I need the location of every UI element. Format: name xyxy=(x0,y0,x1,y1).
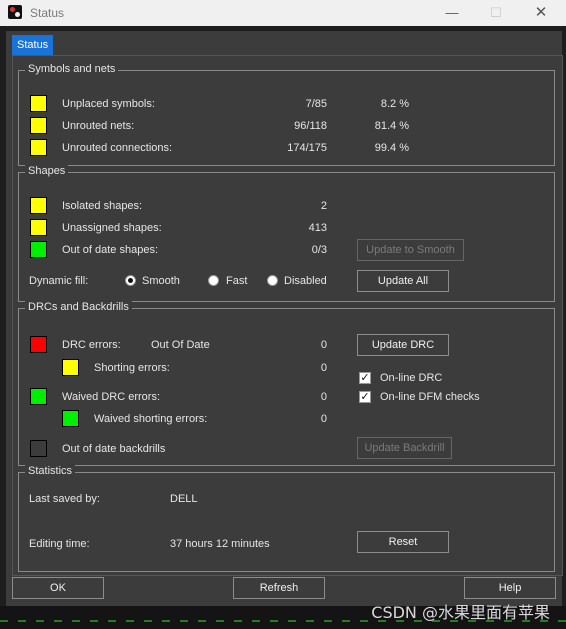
drc-status-swatch xyxy=(30,336,47,353)
last-saved-label: Last saved by: xyxy=(29,493,100,505)
waived-status-swatch xyxy=(30,388,47,405)
fast-radio-label[interactable]: Fast xyxy=(226,275,247,287)
app-icon xyxy=(8,5,22,19)
editing-time-label: Editing time: xyxy=(29,538,90,550)
refresh-button[interactable]: Refresh xyxy=(233,577,325,599)
row-count: 96/118 xyxy=(294,120,327,132)
drc-status-text: Out Of Date xyxy=(151,339,210,351)
update-all-button[interactable]: Update All xyxy=(357,270,449,292)
disabled-radio-label[interactable]: Disabled xyxy=(284,275,327,287)
row-percent: 81.4 % xyxy=(374,120,409,132)
row-percent: 99.4 % xyxy=(374,142,409,154)
row-label: Unassigned shapes: xyxy=(62,222,162,234)
close-button[interactable]: ✕ xyxy=(518,0,564,26)
shorting-errors-count: 0 xyxy=(320,362,327,374)
symbols-nets-title: Symbols and nets xyxy=(25,63,119,75)
online-drc-label[interactable]: On-line DRC xyxy=(380,372,442,384)
update-to-smooth-button[interactable]: Update to Smooth xyxy=(357,239,464,261)
backdrills-swatch xyxy=(30,440,47,457)
minimize-button[interactable]: — xyxy=(429,0,475,26)
online-drc-checkbox[interactable]: ✓ xyxy=(359,372,371,384)
last-saved-value: DELL xyxy=(170,493,198,505)
status-swatch xyxy=(30,219,47,236)
status-swatch xyxy=(30,197,47,214)
status-swatch xyxy=(30,241,47,258)
online-dfm-checkbox[interactable]: ✓ xyxy=(359,391,371,403)
backdrills-label: Out of date backdrills xyxy=(62,443,166,455)
row-percent: 8.2 % xyxy=(380,98,409,110)
online-dfm-label[interactable]: On-line DFM checks xyxy=(380,391,480,403)
watermark-text: CSDN @水果里面有苹果 xyxy=(371,603,550,622)
dynamic-fill-label: Dynamic fill: xyxy=(29,275,89,287)
statistics-title: Statistics xyxy=(25,465,76,477)
row-count: 2 xyxy=(320,200,327,212)
row-count: 7/85 xyxy=(305,98,327,110)
tab-status[interactable]: Status xyxy=(12,35,54,55)
waived-shorting-swatch xyxy=(62,410,79,427)
smooth-radio-label[interactable]: Smooth xyxy=(142,275,180,287)
shapes-group: Shapes Isolated shapes: 2 Unassigned sha… xyxy=(18,165,555,302)
fast-radio[interactable] xyxy=(208,275,219,286)
row-label: Isolated shapes: xyxy=(62,200,143,212)
tab-pane: Symbols and nets Unplaced symbols: 7/85 … xyxy=(12,55,563,576)
status-swatch xyxy=(30,95,47,112)
status-swatch xyxy=(30,117,47,134)
shapes-title: Shapes xyxy=(25,165,69,177)
waived-shorting-label: Waived shorting errors: xyxy=(94,413,208,425)
window-title: Status xyxy=(30,6,65,20)
shorting-errors-label: Shorting errors: xyxy=(94,362,170,374)
maximize-button[interactable]: ☐ xyxy=(473,0,519,26)
update-backdrill-button[interactable]: Update Backdrill xyxy=(357,437,452,459)
waived-drc-label: Waived DRC errors: xyxy=(62,391,160,403)
statistics-group: Statistics Last saved by: DELL Editing t… xyxy=(18,465,555,572)
shorting-status-swatch xyxy=(62,359,79,376)
waived-drc-count: 0 xyxy=(320,391,327,403)
row-label: Unrouted connections: xyxy=(62,142,173,154)
update-drc-button[interactable]: Update DRC xyxy=(357,334,449,356)
drc-errors-label: DRC errors: xyxy=(62,339,121,351)
row-label: Out of date shapes: xyxy=(62,244,159,256)
disabled-radio[interactable] xyxy=(267,275,278,286)
reset-button[interactable]: Reset xyxy=(357,531,449,553)
row-count: 174/175 xyxy=(287,142,327,154)
drc-errors-count: 0 xyxy=(320,339,327,351)
symbols-nets-group: Symbols and nets Unplaced symbols: 7/85 … xyxy=(18,63,555,166)
row-count: 413 xyxy=(308,222,327,234)
status-dialog: Status Symbols and nets Unplaced symbols… xyxy=(6,31,563,606)
waived-shorting-count: 0 xyxy=(320,413,327,425)
drc-backdrills-group: DRCs and Backdrills DRC errors: Out Of D… xyxy=(18,301,555,466)
help-button[interactable]: Help xyxy=(464,577,556,599)
drc-title: DRCs and Backdrills xyxy=(25,301,132,313)
row-label: Unplaced symbols: xyxy=(62,98,155,110)
ok-button[interactable]: OK xyxy=(12,577,104,599)
editing-time-value: 37 hours 12 minutes xyxy=(170,538,270,550)
status-swatch xyxy=(30,139,47,156)
row-label: Unrouted nets: xyxy=(62,120,135,132)
row-count: 0/3 xyxy=(311,244,327,256)
title-bar: Status — ☐ ✕ xyxy=(0,0,566,26)
smooth-radio[interactable] xyxy=(125,275,136,286)
